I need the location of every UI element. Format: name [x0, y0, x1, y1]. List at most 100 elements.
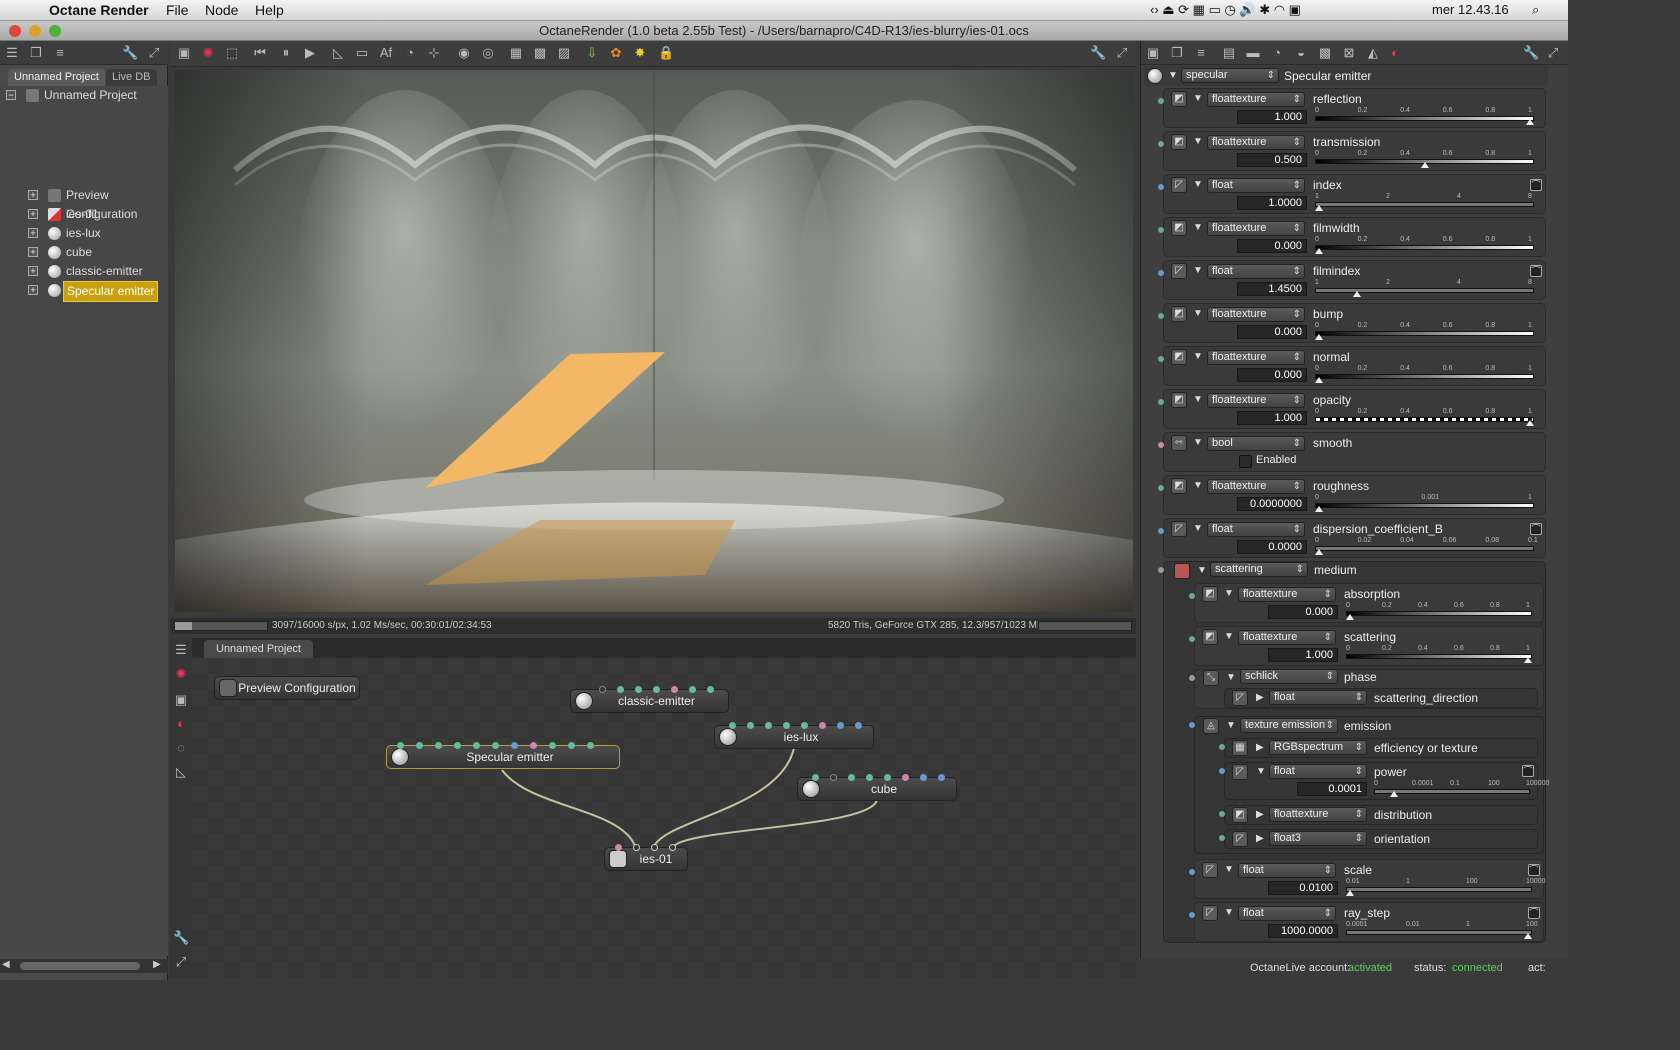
param-value-field[interactable]: 1.000 — [1237, 411, 1307, 425]
header-type-select[interactable]: specular — [1181, 68, 1279, 83]
insp-image-icon[interactable]: ▤ — [1221, 45, 1237, 61]
param-slider[interactable] — [1346, 611, 1532, 616]
param-pin[interactable] — [1219, 835, 1225, 841]
slider-thumb[interactable] — [1524, 657, 1532, 663]
param-pin[interactable] — [1158, 227, 1164, 233]
insp-render-icon[interactable]: ▩ — [1317, 45, 1333, 61]
curve-icon[interactable]: ⌒ — [1522, 765, 1534, 777]
param-slider[interactable] — [1315, 374, 1534, 379]
scroll-thumb[interactable] — [20, 962, 140, 970]
param-slider[interactable] — [1315, 202, 1534, 207]
collapse-triangle-icon[interactable]: ▼ — [1193, 523, 1203, 534]
collapse-triangle-icon[interactable]: ▼ — [1226, 720, 1236, 731]
power-type-select[interactable]: float — [1269, 764, 1367, 779]
param-slider[interactable] — [1315, 288, 1534, 293]
focus-pick-icon[interactable]: ⊹ — [426, 45, 442, 61]
param-type-select[interactable]: floattexture — [1238, 587, 1336, 602]
expand-icon[interactable]: + — [28, 228, 38, 238]
collapse-triangle-icon[interactable]: ▼ — [1224, 588, 1234, 599]
param-slider[interactable] — [1346, 930, 1532, 935]
param-pin[interactable] — [1189, 912, 1195, 918]
phase-type-select[interactable]: schlick — [1240, 669, 1338, 684]
viewport-fullscreen-icon[interactable]: ⤢ — [1114, 45, 1130, 61]
node-classic-emitter[interactable]: classic-emitter — [570, 686, 729, 713]
param-type-select[interactable]: floattexture — [1207, 221, 1305, 236]
node-specular-emitter[interactable]: Specular emitter — [386, 742, 620, 769]
insp-mat-icon[interactable]: ◐ — [1387, 45, 1403, 61]
tree-scrollbar[interactable]: ◀ ▶ — [0, 959, 168, 973]
fullscreen-icon[interactable]: ⤢ — [146, 45, 162, 61]
param-type-select[interactable]: float — [1238, 906, 1336, 921]
tree-root[interactable]: − Unnamed Project — [0, 86, 168, 105]
collapse-triangle-icon[interactable]: ▼ — [1226, 672, 1236, 683]
tree-item-2[interactable]: + ies-lux — [0, 224, 168, 243]
copy-icon[interactable]: ❐ — [28, 45, 44, 61]
af-icon[interactable]: Af — [378, 45, 394, 61]
slider-thumb[interactable] — [1315, 549, 1323, 555]
param-value-field[interactable]: 1.000 — [1268, 648, 1338, 662]
collapse-triangle-icon[interactable]: ▼ — [1256, 766, 1266, 777]
curve-icon[interactable]: ⌒ — [1530, 523, 1542, 535]
param-slider[interactable] — [1315, 546, 1534, 551]
param-value-field[interactable]: 1.4500 — [1237, 282, 1307, 296]
curve-icon[interactable]: ⌒ — [1530, 179, 1542, 191]
expand-icon[interactable]: + — [28, 209, 38, 219]
insp-env-icon[interactable]: ◔ — [1269, 45, 1285, 61]
tab-live-db[interactable]: Live DB — [106, 69, 157, 86]
expand-triangle-icon[interactable]: ▶ — [1256, 833, 1264, 844]
insp-node-icon[interactable]: ▣ — [1145, 45, 1161, 61]
collapse-triangle-icon[interactable]: ▼ — [1193, 437, 1203, 448]
slider-thumb[interactable] — [1315, 506, 1323, 512]
param-value-field[interactable]: 0.0000000 — [1237, 497, 1307, 511]
param-slider[interactable] — [1346, 654, 1532, 659]
pick-icon[interactable]: ◺ — [330, 45, 346, 61]
insp-cam-icon[interactable]: ⊠ — [1341, 45, 1357, 61]
region-icon[interactable]: ⬚ — [224, 45, 240, 61]
param-type-select[interactable]: float — [1238, 863, 1336, 878]
play-icon[interactable]: ▶ — [302, 45, 318, 61]
pause-icon[interactable]: ⏸ — [278, 45, 294, 61]
curve-icon[interactable]: ⌒ — [1528, 864, 1540, 876]
param-pin[interactable] — [1158, 442, 1164, 448]
tree-item-3[interactable]: + cube — [0, 243, 168, 262]
expand-triangle-icon[interactable]: ▶ — [1256, 692, 1264, 703]
param-pin[interactable] — [1158, 141, 1164, 147]
scroll-left-icon[interactable]: ◀ — [2, 959, 10, 970]
param-pin[interactable] — [1158, 399, 1164, 405]
collapse-triangle-icon[interactable]: ▼ — [1193, 480, 1203, 491]
param-value-field[interactable]: 1000.0000 — [1268, 924, 1338, 938]
collapse-triangle-icon[interactable]: ▼ — [1193, 136, 1203, 147]
curve-icon[interactable]: ⌒ — [1530, 265, 1542, 277]
collapse-triangle-icon[interactable]: ▼ — [1224, 907, 1234, 918]
param-value-field[interactable]: 0.000 — [1237, 325, 1307, 339]
param-type-select[interactable]: float — [1207, 178, 1305, 193]
param-pin[interactable] — [1189, 675, 1195, 681]
param-pin[interactable] — [1158, 184, 1164, 190]
app-menu[interactable]: Octane Render — [49, 2, 149, 18]
param-type-select[interactable]: floattexture — [1238, 630, 1336, 645]
viewport-wrench-icon[interactable]: 🔧 — [1090, 45, 1106, 61]
expand-triangle-icon[interactable]: ▶ — [1256, 742, 1264, 753]
sun-icon[interactable]: ✸ — [632, 45, 648, 61]
param-value-field[interactable]: 0.0000 — [1237, 540, 1307, 554]
collapse-triangle-icon[interactable]: ▼ — [1193, 394, 1203, 405]
insp-copy-icon[interactable]: ❐ — [1169, 45, 1185, 61]
scroll-right-icon[interactable]: ▶ — [153, 959, 161, 970]
insp-film-icon[interactable]: ▬ — [1245, 45, 1261, 61]
param-slider[interactable] — [1346, 887, 1532, 892]
lock-icon[interactable]: ◉ — [456, 45, 472, 61]
param-pin[interactable] — [1158, 98, 1164, 104]
sub-type-select[interactable]: float — [1269, 690, 1367, 705]
slider-thumb[interactable] — [1420, 162, 1429, 168]
expand-triangle-icon[interactable]: ▶ — [1256, 809, 1264, 820]
slider-thumb[interactable] — [1352, 291, 1361, 297]
param-pin[interactable] — [1189, 636, 1195, 642]
menu-help[interactable]: Help — [255, 2, 284, 18]
sub-type-select[interactable]: RGBspectrum — [1269, 740, 1367, 755]
restart-icon[interactable]: ⏮ — [252, 45, 268, 61]
param-pin[interactable] — [1219, 768, 1225, 774]
power-value-field[interactable]: 0.0001 — [1297, 782, 1367, 796]
param-slider[interactable] — [1315, 245, 1534, 250]
insp-list-icon[interactable]: ≡ — [1193, 45, 1209, 61]
collapse-triangle-icon[interactable]: ▼ — [1193, 265, 1203, 276]
